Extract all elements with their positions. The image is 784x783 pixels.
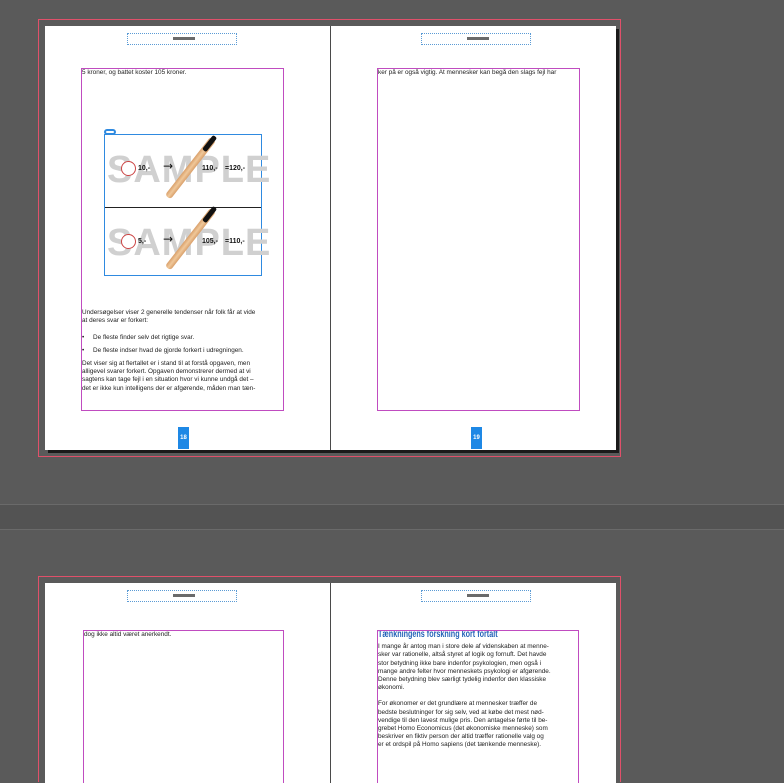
bullet-list: De fleste finder selv det rigtige svar. … — [82, 334, 283, 356]
text-line: at deres svar er forkert: — [82, 317, 149, 325]
header-frame[interactable] — [127, 590, 237, 602]
figure-row: SAMPLE 5,- → 105,- =110,- — [105, 207, 270, 280]
section-heading: Tænkningens forskning kort fortalt — [378, 630, 498, 640]
text-line: det er ikke kun intelligens der er afgør… — [82, 384, 256, 392]
page-20[interactable]: dog ikke altid været anerkendt. — [45, 583, 330, 783]
text-frame-main[interactable]: ker på er også vigtig. At mennesker kan … — [377, 68, 580, 411]
arrow-right-icon: → — [163, 232, 174, 246]
baseball-icon — [121, 161, 136, 176]
text-frame-main[interactable]: dog ikke altid været anerkendt. — [83, 630, 284, 783]
text-line: dog ikke altid været anerkendt. — [84, 631, 172, 638]
price-bat: 110,- — [202, 165, 218, 172]
price-total: =110,- — [225, 238, 245, 245]
text-line: Undersøgelser viser 2 generelle tendense… — [82, 309, 256, 317]
spread-spine — [330, 26, 331, 450]
text-line: vendige til den lavest mulige pris. Den … — [378, 716, 548, 724]
list-item: De fleste indser hvad de gjorde forkert … — [82, 347, 283, 355]
text-line: Denne betydning blev særligt tydelig ind… — [378, 676, 547, 684]
image-frame-baseball[interactable]: SAMPLE 10,- → 110,- =120,- SAMPLE 5,- → … — [104, 129, 270, 276]
price-ball: 5,- — [138, 238, 147, 245]
spread-pages-20-21[interactable]: dog ikke altid været anerkendt. Tænkning… — [38, 576, 621, 783]
header-frame[interactable] — [127, 33, 237, 45]
text-line: mange andre felter hvor menneskets psyko… — [378, 667, 551, 675]
text-line: 5 kroner, og battet koster 105 kroner. — [82, 69, 187, 76]
figure-row: SAMPLE 10,- → 110,- =120,- — [105, 135, 270, 207]
header-frame[interactable] — [421, 33, 531, 45]
text-line: sagtens kan tage fejl i en situation hvo… — [82, 376, 254, 384]
text-line: Det viser sig at flertallet er i stand t… — [82, 360, 251, 368]
text-line: økonomi. — [378, 684, 405, 692]
text-line: sker var rationelle, altså styret af log… — [378, 651, 547, 659]
text-line: ker på er også vigtig. At mennesker kan … — [378, 69, 557, 76]
text-line: er et ordspil på Homo sapiens (det tænke… — [378, 741, 542, 749]
arrow-right-icon: → — [163, 159, 174, 173]
text-line: stor betydning ikke bare indenfor psykol… — [378, 659, 542, 667]
page-number: 18 — [178, 427, 189, 449]
spread-spine — [330, 583, 331, 783]
text-frame-main[interactable]: Tænkningens forskning kort fortalt I man… — [377, 630, 579, 783]
price-bat: 105,- — [202, 238, 218, 245]
baseball-icon — [121, 234, 136, 249]
text-line: bedste beslutninger for sig selv, ved at… — [378, 708, 544, 716]
page-number: 19 — [471, 427, 482, 449]
spread-pages-18-19[interactable]: 5 kroner, og battet koster 105 kroner. U… — [38, 19, 621, 457]
text-line: For økonomer er det grundlære at mennesk… — [378, 700, 538, 708]
pasteboard-divider — [0, 504, 784, 530]
list-item: De fleste finder selv det rigtige svar. — [82, 334, 283, 342]
price-ball: 10,- — [138, 165, 151, 172]
header-frame[interactable] — [421, 590, 531, 602]
page-19[interactable]: ker på er også vigtig. At mennesker kan … — [330, 26, 616, 450]
page-18[interactable]: 5 kroner, og battet koster 105 kroner. U… — [45, 26, 330, 450]
price-total: =120,- — [225, 165, 246, 172]
text-line: grebet Homo Economicus (det økonomiske m… — [378, 725, 548, 733]
page-21[interactable]: Tænkningens forskning kort fortalt I man… — [330, 583, 616, 783]
